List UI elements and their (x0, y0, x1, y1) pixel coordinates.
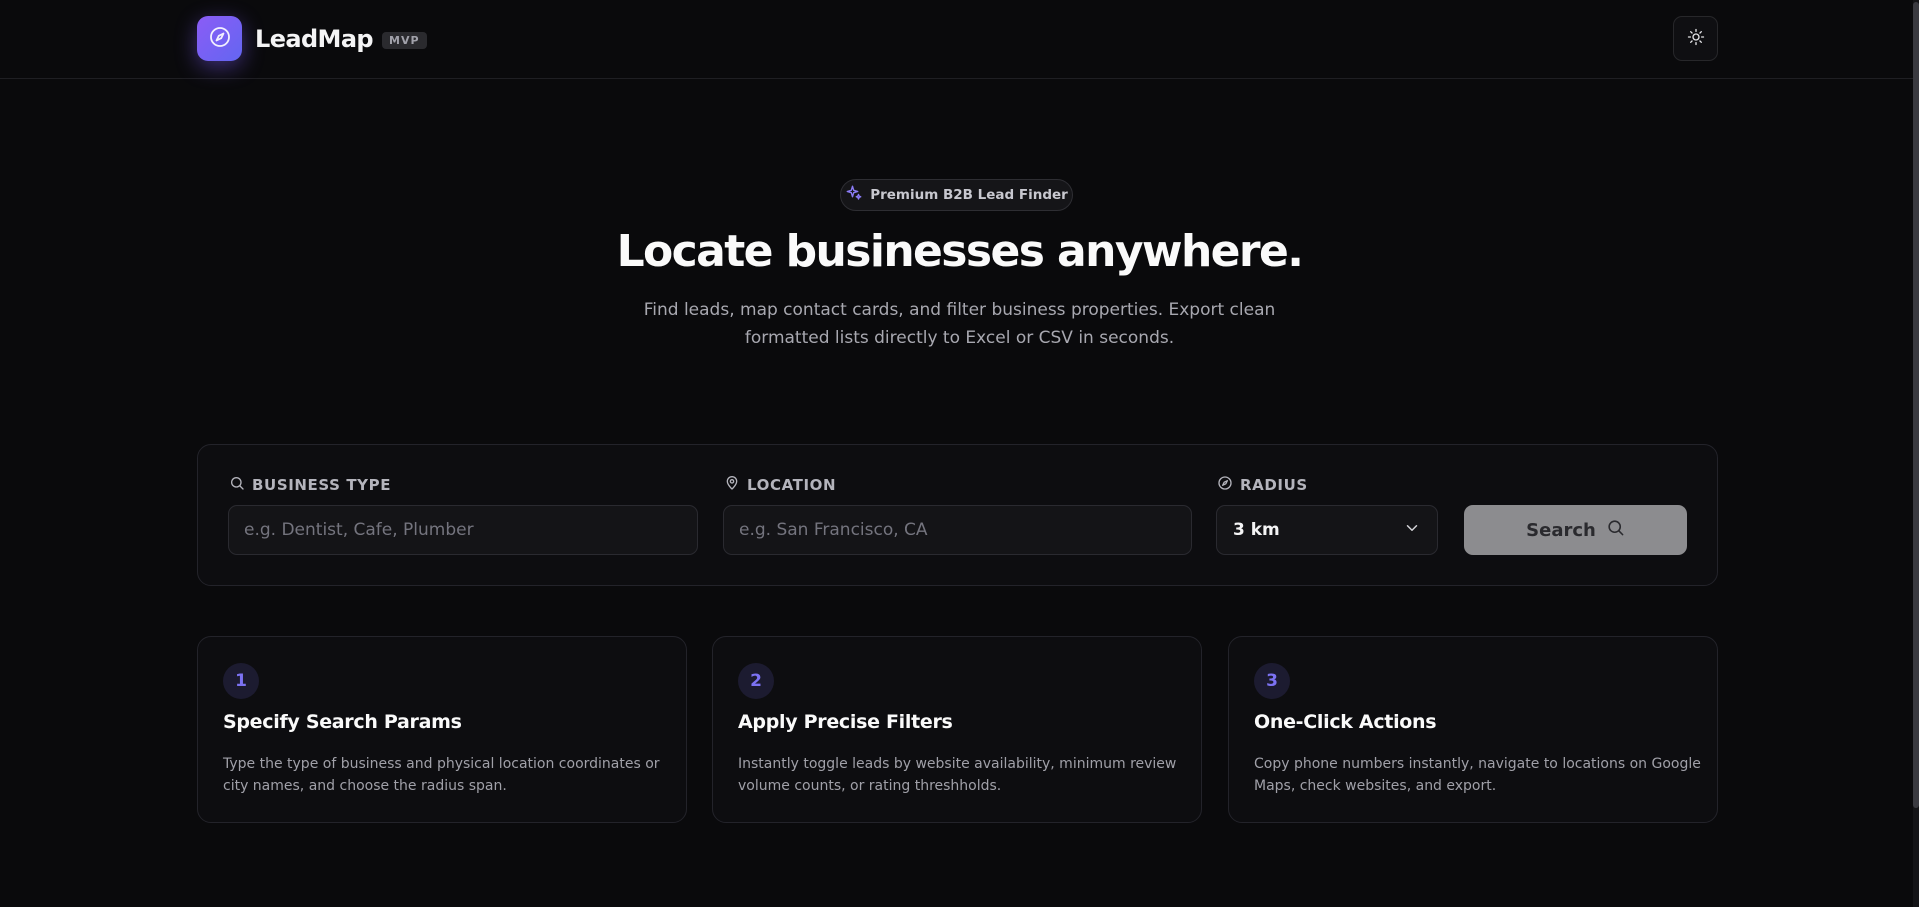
brand-name: LeadMap (255, 24, 374, 53)
mvp-badge: MVP (382, 32, 427, 49)
location-label-text: LOCATION (747, 476, 837, 494)
chevron-down-icon (1403, 519, 1421, 542)
page-scrollbar[interactable] (1913, 0, 1919, 907)
business-type-label-text: BUSINESS TYPE (252, 476, 392, 494)
step-description: Instantly toggle leads by website availa… (738, 756, 1177, 794)
step-card-3: 3 One-Click Actions Copy phone numbers i… (1228, 636, 1718, 823)
business-type-input[interactable] (228, 505, 698, 555)
radius-selected-value: 3 km (1233, 520, 1280, 540)
search-button-label: Search (1526, 519, 1596, 541)
step-title: Apply Precise Filters (738, 711, 953, 733)
step-title: Specify Search Params (223, 711, 462, 733)
search-panel: BUSINESS TYPE LOCATION RADIUS 3 (197, 444, 1718, 586)
step-description: Copy phone numbers instantly, navigate t… (1254, 756, 1701, 794)
compass-icon (208, 25, 232, 53)
sparkles-icon (845, 184, 863, 206)
search-button[interactable]: Search (1464, 505, 1687, 555)
page: LeadMap MVP Premium B2B Lead Finder Loca… (0, 0, 1919, 907)
business-type-label: BUSINESS TYPE (229, 475, 391, 495)
location-input[interactable] (723, 505, 1192, 555)
step-card-1: 1 Specify Search Params Type the type of… (197, 636, 687, 823)
premium-badge-label: Premium B2B Lead Finder (870, 187, 1068, 203)
step-title: One-Click Actions (1254, 711, 1437, 733)
scrollbar-thumb[interactable] (1913, 2, 1919, 808)
radius-label-text: RADIUS (1240, 476, 1308, 494)
map-pin-icon (724, 475, 740, 495)
sun-icon (1687, 28, 1705, 50)
step-card-2: 2 Apply Precise Filters Instantly toggle… (712, 636, 1202, 823)
brand-logo (197, 16, 242, 61)
premium-badge: Premium B2B Lead Finder (840, 179, 1073, 211)
search-icon (229, 475, 245, 495)
search-icon (1606, 518, 1625, 542)
compass-icon (1217, 475, 1233, 495)
step-description: Type the type of business and physical l… (223, 756, 660, 794)
radius-select[interactable]: 3 km (1216, 505, 1438, 555)
location-label: LOCATION (724, 475, 836, 495)
theme-toggle-button[interactable] (1673, 16, 1718, 61)
hero-subtitle: Find leads, map contact cards, and filte… (643, 300, 1276, 348)
hero-title: Locate businesses anywhere. (616, 226, 1304, 277)
step-number: 2 (738, 663, 774, 699)
step-number: 1 (223, 663, 259, 699)
brand[interactable]: LeadMap MVP (197, 16, 427, 61)
top-navbar: LeadMap MVP (0, 0, 1919, 79)
step-number: 3 (1254, 663, 1290, 699)
radius-label: RADIUS (1217, 475, 1308, 495)
